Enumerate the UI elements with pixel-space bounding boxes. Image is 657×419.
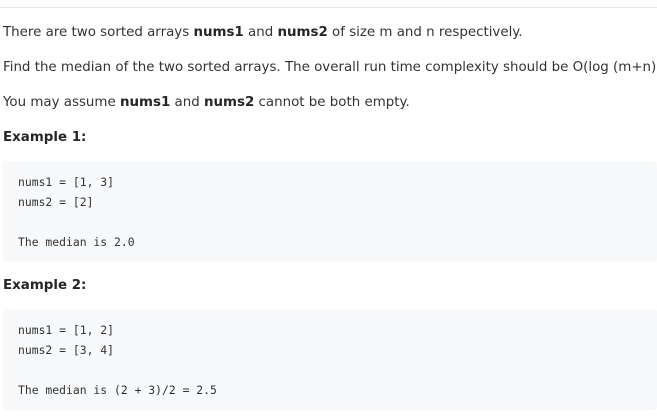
assumption-text: and (170, 95, 204, 110)
nums2-bold: nums2 (277, 25, 328, 40)
example-2-heading: Example 2: (3, 278, 87, 293)
assumption-note: You may assume nums1 and nums2 cannot be… (3, 94, 410, 112)
assumption-text: cannot be both empty. (254, 95, 410, 110)
problem-description: There are two sorted arrays nums1 and nu… (0, 0, 657, 419)
complexity-requirement: Find the median of the two sorted arrays… (3, 60, 657, 75)
statement-text: of size m and n respectively. (327, 25, 523, 40)
nums2-bold: nums2 (203, 95, 255, 110)
example-2-result: The median is (2 + 3)/2 = 2.5 (18, 383, 217, 397)
example-1-input-nums1: nums1 = [1, 3] (18, 175, 115, 189)
example-2-input-nums2: nums2 = [3, 4] (18, 343, 115, 357)
nums1-bold: nums1 (193, 25, 244, 40)
statement-text: There are two sorted arrays (3, 25, 194, 40)
example-1-heading: Example 1: (3, 130, 87, 145)
nums1-bold: nums1 (119, 95, 171, 110)
example-2-code-block: nums1 = [1, 2] nums2 = [3, 4] The median… (3, 309, 657, 410)
example-2-input-nums1: nums1 = [1, 2] (18, 323, 115, 337)
assumption-text: You may assume (3, 95, 120, 110)
statement-text: and (243, 25, 278, 40)
top-divider (0, 7, 657, 8)
example-1-code-block: nums1 = [1, 3] nums2 = [2] The median is… (3, 161, 657, 262)
example-1-result: The median is 2.0 (18, 235, 135, 249)
problem-statement: There are two sorted arrays nums1 and nu… (3, 24, 523, 42)
example-1-input-nums2: nums2 = [2] (18, 195, 94, 209)
